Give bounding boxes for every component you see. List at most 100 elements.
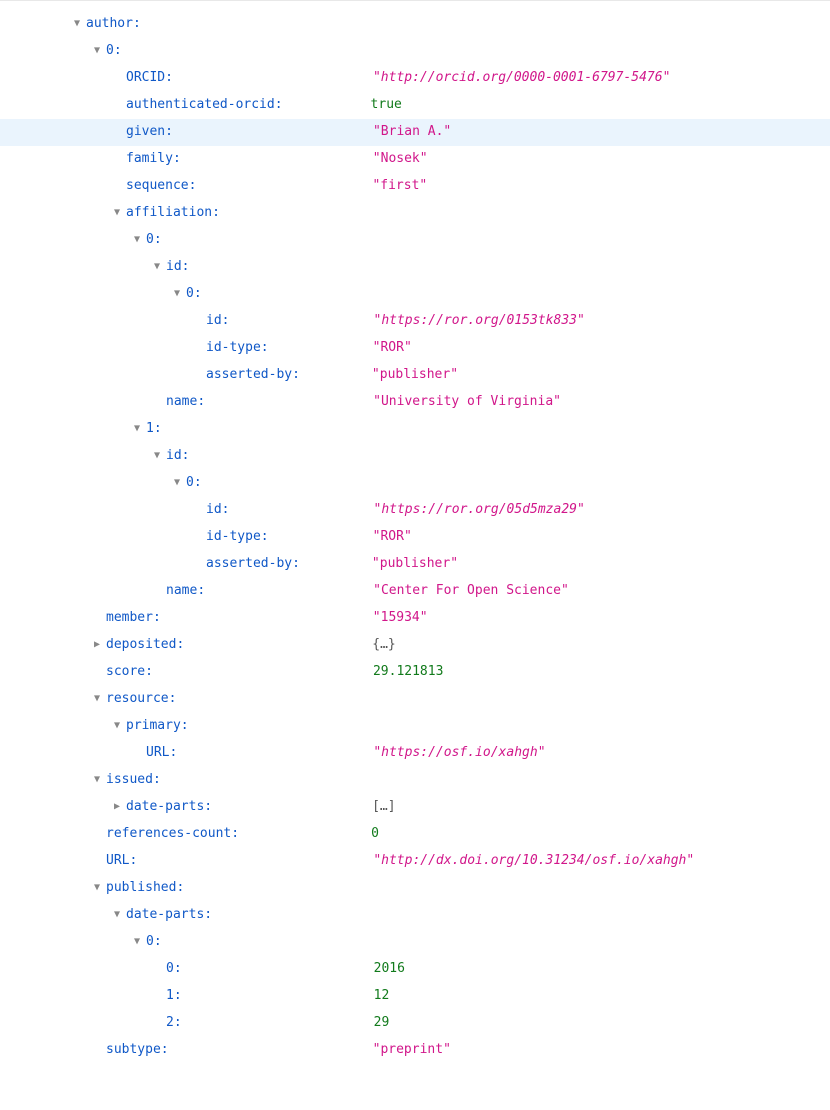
property-value: "https://ror.org/05d5mza29" (373, 497, 584, 523)
tree-row[interactable]: ▼0: (0, 38, 830, 65)
tree-row[interactable]: ▶URL:"https://osf.io/xahgh" (0, 740, 830, 767)
property-key: asserted-by (206, 551, 292, 577)
colon: : (129, 848, 137, 874)
property-key: id (166, 443, 182, 469)
property-key: author (86, 11, 133, 37)
toggle-spacer: ▶ (190, 335, 204, 361)
property-value: "preprint" (373, 1037, 451, 1063)
colon: : (153, 605, 161, 631)
property-key: resource (106, 686, 169, 712)
toggle-spacer: ▶ (150, 1010, 164, 1036)
tree-row[interactable]: ▶id-type:"ROR" (0, 524, 830, 551)
chevron-down-icon[interactable]: ▼ (90, 767, 104, 793)
tree-row[interactable]: ▶asserted-by:"publisher" (0, 362, 830, 389)
tree-row[interactable]: ▼id: (0, 254, 830, 281)
colon: : (174, 1010, 182, 1036)
property-value: "Brian A." (373, 119, 451, 145)
chevron-down-icon[interactable]: ▼ (130, 416, 144, 442)
tree-row[interactable]: ▶0:2016 (0, 956, 830, 983)
property-key: score (106, 659, 145, 685)
chevron-right-icon[interactable]: ▶ (110, 794, 124, 820)
tree-row[interactable]: ▶id-type:"ROR" (0, 335, 830, 362)
tree-row[interactable]: ▼resource: (0, 686, 830, 713)
toggle-spacer: ▶ (110, 119, 124, 145)
tree-row[interactable]: ▶date-parts:[…] (0, 794, 830, 821)
tree-row[interactable]: ▶references-count:0 (0, 821, 830, 848)
property-key: issued (106, 767, 153, 793)
chevron-down-icon[interactable]: ▼ (130, 929, 144, 955)
tree-row[interactable]: ▶2:29 (0, 1010, 830, 1037)
chevron-down-icon[interactable]: ▼ (90, 875, 104, 901)
chevron-down-icon[interactable]: ▼ (170, 281, 184, 307)
chevron-down-icon[interactable]: ▼ (150, 254, 164, 280)
tree-row[interactable]: ▶ORCID:"http://orcid.org/0000-0001-6797-… (0, 65, 830, 92)
tree-row[interactable]: ▼0: (0, 227, 830, 254)
property-value: "https://osf.io/xahgh" (373, 740, 545, 766)
tree-row[interactable]: ▶sequence:"first" (0, 173, 830, 200)
toggle-spacer: ▶ (190, 308, 204, 334)
property-value: "http://dx.doi.org/10.31234/osf.io/xahgh… (373, 848, 694, 874)
tree-row[interactable]: ▶deposited:{…} (0, 632, 830, 659)
chevron-down-icon[interactable]: ▼ (90, 38, 104, 64)
tree-row[interactable]: ▼published: (0, 875, 830, 902)
tree-row[interactable]: ▼id: (0, 443, 830, 470)
tree-row[interactable]: ▶subtype:"preprint" (0, 1037, 830, 1064)
tree-row[interactable]: ▶id:"https://ror.org/0153tk833" (0, 308, 830, 335)
tree-row[interactable]: ▶asserted-by:"publisher" (0, 551, 830, 578)
tree-row[interactable]: ▶member:"15934" (0, 605, 830, 632)
property-value: 12 (374, 983, 390, 1009)
toggle-spacer: ▶ (130, 740, 144, 766)
tree-row[interactable]: ▶URL:"http://dx.doi.org/10.31234/osf.io/… (0, 848, 830, 875)
property-key: deposited (106, 632, 176, 658)
toggle-spacer: ▶ (150, 956, 164, 982)
tree-row[interactable]: ▶authenticated-orcid:true (0, 92, 830, 119)
tree-row[interactable]: ▶family:"Nosek" (0, 146, 830, 173)
chevron-down-icon[interactable]: ▼ (110, 713, 124, 739)
property-value: "ROR" (373, 335, 412, 361)
tree-row[interactable]: ▼date-parts: (0, 902, 830, 929)
tree-row[interactable]: ▶name:"University of Virginia" (0, 389, 830, 416)
tree-row[interactable]: ▶given:"Brian A." (0, 119, 830, 146)
colon: : (181, 713, 189, 739)
tree-row[interactable]: ▼0: (0, 470, 830, 497)
toggle-spacer: ▶ (190, 551, 204, 577)
tree-row[interactable]: ▼affiliation: (0, 200, 830, 227)
chevron-down-icon[interactable]: ▼ (70, 11, 84, 37)
chevron-down-icon[interactable]: ▼ (110, 200, 124, 226)
property-key: 0 (106, 38, 114, 64)
colon: : (292, 551, 300, 577)
tree-row[interactable]: ▶name:"Center For Open Science" (0, 578, 830, 605)
tree-row[interactable]: ▼issued: (0, 767, 830, 794)
tree-row[interactable]: ▼1: (0, 416, 830, 443)
property-key: affiliation (126, 200, 212, 226)
tree-row[interactable]: ▶1:12 (0, 983, 830, 1010)
chevron-down-icon[interactable]: ▼ (170, 470, 184, 496)
property-key: name (166, 389, 197, 415)
colon: : (169, 686, 177, 712)
chevron-right-icon[interactable]: ▶ (90, 632, 104, 658)
colon: : (204, 794, 212, 820)
tree-row[interactable]: ▶id:"https://ror.org/05d5mza29" (0, 497, 830, 524)
colon: : (145, 659, 153, 685)
tree-row[interactable]: ▼0: (0, 929, 830, 956)
tree-row[interactable]: ▶score:29.121813 (0, 659, 830, 686)
property-value: "http://orcid.org/0000-0001-6797-5476" (373, 65, 670, 91)
toggle-spacer: ▶ (110, 173, 124, 199)
tree-row[interactable]: ▼0: (0, 281, 830, 308)
colon: : (222, 497, 230, 523)
colon: : (261, 524, 269, 550)
colon: : (197, 389, 205, 415)
toggle-spacer: ▶ (110, 92, 124, 118)
property-key: URL (106, 848, 129, 874)
chevron-down-icon[interactable]: ▼ (90, 686, 104, 712)
chevron-down-icon[interactable]: ▼ (130, 227, 144, 253)
chevron-down-icon[interactable]: ▼ (110, 902, 124, 928)
property-key: date-parts (126, 794, 204, 820)
tree-row[interactable]: ▼author: (0, 11, 830, 38)
tree-row[interactable]: ▼primary: (0, 713, 830, 740)
property-value: "15934" (373, 605, 428, 631)
property-key: 0 (146, 929, 154, 955)
property-key: family (126, 146, 173, 172)
chevron-down-icon[interactable]: ▼ (150, 443, 164, 469)
colon: : (204, 902, 212, 928)
